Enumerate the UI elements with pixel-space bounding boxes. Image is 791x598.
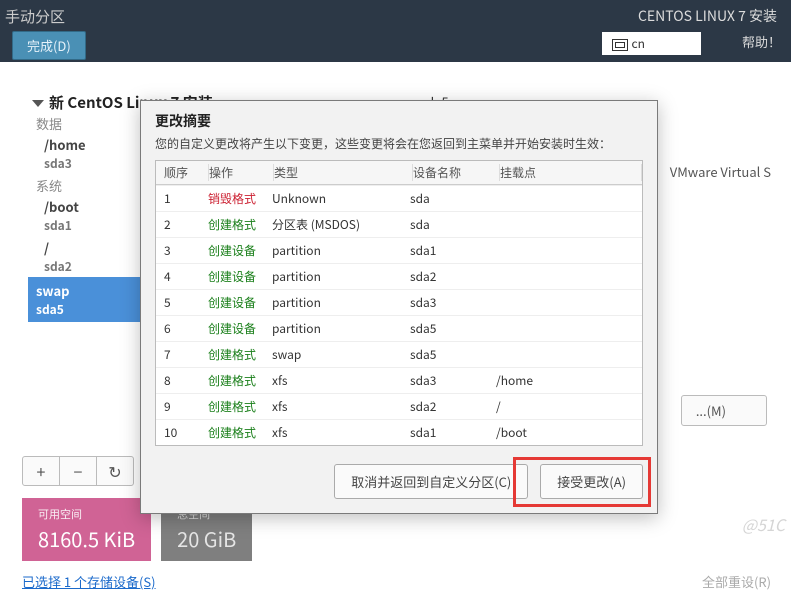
table-row[interactable]: 3创建设备partitionsda1 xyxy=(156,237,642,263)
table-row[interactable]: 9创建格式xfssda2/ xyxy=(156,393,642,419)
table-row[interactable]: 6创建设备partitionsda5 xyxy=(156,315,642,341)
accept-button[interactable]: 接受更改(A) xyxy=(540,464,643,499)
dialog-title: 更改摘要 xyxy=(141,101,657,133)
table-row[interactable]: 5创建设备partitionsda3 xyxy=(156,289,642,315)
table-header: 顺序 操作 类型 设备名称 挂载点 xyxy=(156,161,642,185)
table-row[interactable]: 7创建格式swapsda5 xyxy=(156,341,642,367)
dialog-description: 您的自定义更改将产生以下变更，这些变更将会在您返回到主菜单并开始安装时生效： xyxy=(141,133,657,160)
table-row[interactable]: 8创建格式xfssda3/home xyxy=(156,367,642,393)
table-row[interactable]: 10创建格式xfssda1/boot xyxy=(156,419,642,445)
table-row[interactable]: 1销毁格式Unknownsda xyxy=(156,185,642,211)
table-row[interactable]: 2创建格式分区表 (MSDOS)sda xyxy=(156,211,642,237)
table-row[interactable]: 4创建设备partitionsda2 xyxy=(156,263,642,289)
changes-table: 顺序 操作 类型 设备名称 挂载点 1销毁格式Unknownsda2创建格式分区… xyxy=(155,160,643,446)
changes-summary-dialog: 更改摘要 您的自定义更改将产生以下变更，这些变更将会在您返回到主菜单并开始安装时… xyxy=(140,100,658,514)
cancel-button[interactable]: 取消并返回到自定义分区(C) xyxy=(334,464,528,499)
